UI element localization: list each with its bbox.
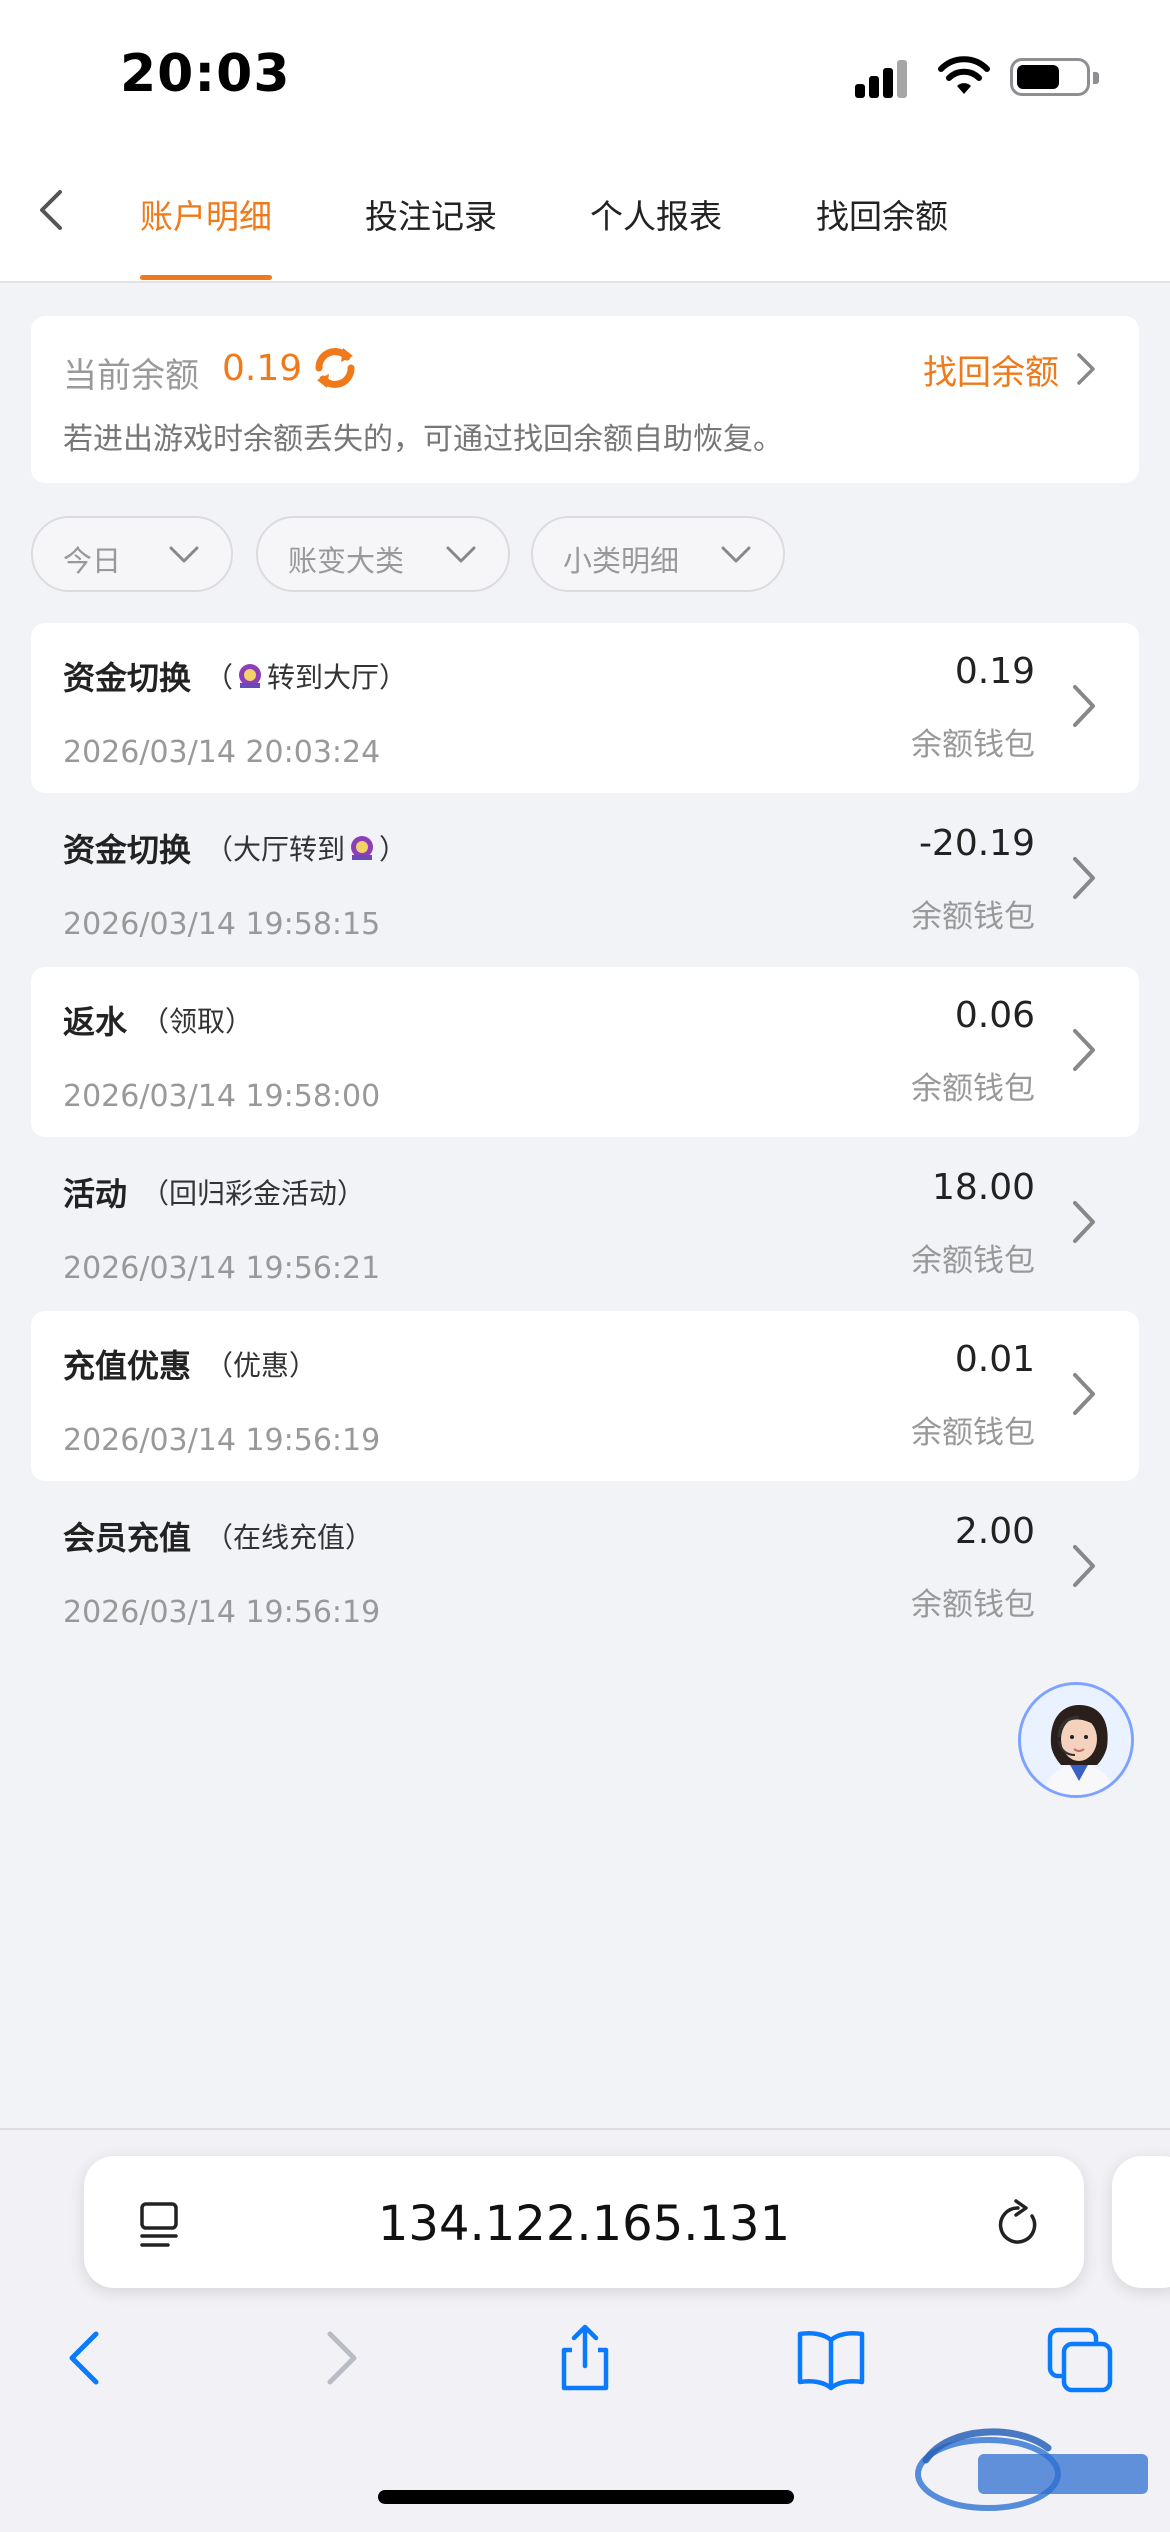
bookmarks-icon[interactable]: [796, 2322, 866, 2394]
row-time: 2026/03/14 19:56:19: [63, 1595, 381, 1630]
row-type: 充值优惠: [63, 1347, 192, 1385]
row-amount: -20.19: [918, 823, 1035, 864]
row-wallet: 余额钱包: [911, 1071, 1035, 1107]
chevron-right-icon: [1073, 1373, 1095, 1415]
chevron-down-icon: [446, 546, 476, 563]
share-icon[interactable]: [550, 2322, 620, 2394]
balance-label: 当前余额: [63, 356, 199, 396]
row-amount: 0.06: [954, 995, 1035, 1036]
customer-service-avatar[interactable]: [1018, 1682, 1134, 1798]
agent-avatar-icon: [1021, 1685, 1131, 1795]
row-detail-prefix: （: [205, 661, 234, 694]
row-title: 活动 （回归彩金活动）: [63, 1169, 365, 1215]
row-detail-suffix: 转到大厅）: [267, 661, 408, 694]
balance-value: 0.19: [222, 348, 303, 389]
transaction-row[interactable]: 资金切换 （大厅转到 ） 2026/03/14 19:58:15 -20.19 …: [31, 795, 1139, 965]
row-time: 2026/03/14 19:58:00: [63, 1079, 381, 1114]
tab-recover-balance[interactable]: 找回余额: [816, 190, 948, 238]
home-indicator: [378, 2490, 794, 2504]
row-title: 资金切换 （大厅转到 ）: [63, 825, 407, 871]
row-time: 2026/03/14 19:56:19: [63, 1423, 381, 1458]
browser-back-icon[interactable]: [52, 2322, 122, 2394]
cellular-signal-icon: [855, 58, 913, 98]
row-type: 资金切换: [63, 659, 192, 697]
top-header: 20:03 账户明细 投注记录 个人报表 找回余额: [0, 0, 1170, 283]
row-wallet: 余额钱包: [911, 1587, 1035, 1623]
chevron-right-icon: [1077, 353, 1095, 385]
row-detail: （ 转到大厅）: [205, 656, 407, 696]
transaction-row[interactable]: 充值优惠 （优惠） 2026/03/14 19:56:19 0.01 余额钱包: [31, 1311, 1139, 1481]
row-detail: （大厅转到 ）: [205, 828, 407, 868]
transaction-row[interactable]: 返水 （领取） 2026/03/14 19:58:00 0.06 余额钱包: [31, 967, 1139, 1137]
row-time: 2026/03/14 19:58:15: [63, 907, 381, 942]
url-text: 134.122.165.131: [377, 2196, 791, 2252]
row-wallet: 余额钱包: [911, 899, 1035, 935]
row-amount: 18.00: [931, 1167, 1035, 1208]
row-title: 资金切换 （ 转到大厅）: [63, 653, 407, 699]
row-type: 返水: [63, 1003, 128, 1041]
chevron-right-icon: [1073, 1029, 1095, 1071]
filter-date[interactable]: 今日: [31, 516, 233, 592]
back-button[interactable]: [28, 180, 72, 240]
filter-subcategory-label: 小类明细: [563, 544, 680, 578]
row-title: 充值优惠 （优惠）: [63, 1341, 317, 1387]
row-wallet: 余额钱包: [911, 1243, 1035, 1279]
recover-balance-link[interactable]: 找回余额: [923, 344, 1099, 394]
transaction-row[interactable]: 活动 （回归彩金活动） 2026/03/14 19:56:21 18.00 余额…: [31, 1139, 1139, 1309]
battery-icon: [1010, 58, 1099, 96]
reload-icon[interactable]: [994, 2198, 1044, 2250]
row-amount: 0.01: [954, 1339, 1035, 1380]
tab-account-details[interactable]: 账户明细: [140, 190, 272, 238]
row-time: 2026/03/14 20:03:24: [63, 735, 381, 770]
row-type: 会员充值: [63, 1519, 192, 1557]
row-amount: 2.00: [954, 1511, 1035, 1552]
chevron-right-icon: [1073, 1201, 1095, 1243]
row-wallet: 余额钱包: [911, 727, 1035, 763]
transaction-row[interactable]: 会员充值 （在线充值） 2026/03/14 19:56:19 2.00 余额钱…: [31, 1483, 1139, 1653]
filter-subcategory[interactable]: 小类明细: [531, 516, 785, 592]
row-detail: （领取）: [141, 1005, 254, 1038]
chevron-down-icon: [169, 546, 199, 563]
balance-card: 当前余额 0.19 找回余额 若进出游戏时余额丢失的，可通过找回余额自助恢复。: [31, 316, 1139, 483]
watermark-logo: [915, 2428, 1148, 2511]
wifi-icon: [938, 56, 990, 94]
tab-bet-records[interactable]: 投注记录: [365, 190, 497, 238]
chevron-down-icon: [721, 546, 751, 563]
lottery-logo-icon: [239, 664, 262, 688]
row-detail-suffix: ）: [379, 833, 408, 866]
status-time: 20:03: [120, 44, 291, 104]
recover-balance-label: 找回余额: [923, 352, 1059, 393]
next-tab-preview[interactable]: [1112, 2156, 1170, 2288]
active-tab-indicator: [140, 275, 272, 280]
row-type: 资金切换: [63, 831, 192, 869]
row-title: 会员充值 （在线充值）: [63, 1513, 373, 1559]
chevron-right-icon: [1073, 685, 1095, 727]
row-detail: （在线充值）: [205, 1521, 374, 1554]
row-time: 2026/03/14 19:56:21: [63, 1251, 381, 1286]
browser-forward-icon[interactable]: [304, 2322, 374, 2394]
address-bar[interactable]: 134.122.165.131: [84, 2156, 1084, 2288]
refresh-icon[interactable]: [309, 342, 361, 394]
balance-note: 若进出游戏时余额丢失的，可通过找回余额自助恢复。: [63, 422, 783, 457]
filter-date-label: 今日: [63, 544, 122, 578]
lottery-logo-icon: [351, 836, 374, 860]
row-type: 活动: [63, 1175, 128, 1213]
row-detail: （回归彩金活动）: [141, 1177, 366, 1210]
tabs-icon[interactable]: [1046, 2322, 1116, 2394]
transaction-row[interactable]: 资金切换 （ 转到大厅） 2026/03/14 20:03:24 0.19 余额…: [31, 623, 1139, 793]
chevron-right-icon: [1073, 1545, 1095, 1587]
row-amount: 0.19: [954, 651, 1035, 692]
row-detail-prefix: （大厅转到: [205, 833, 346, 866]
filter-category-label: 账变大类: [288, 544, 405, 578]
chevron-right-icon: [1073, 857, 1095, 899]
row-title: 返水 （领取）: [63, 997, 253, 1043]
row-detail: （优惠）: [205, 1349, 318, 1382]
tab-personal-report[interactable]: 个人报表: [590, 190, 722, 238]
row-wallet: 余额钱包: [911, 1415, 1035, 1451]
filter-category[interactable]: 账变大类: [256, 516, 510, 592]
